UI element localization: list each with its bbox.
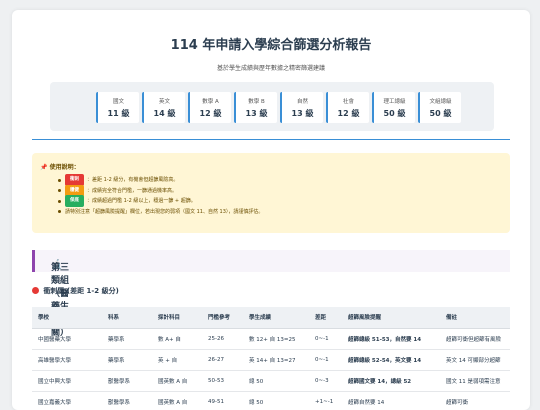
badge-safe: 保底 (65, 195, 84, 208)
score-card-social: 社會 12 級 (326, 92, 369, 123)
cell-dept: 藥學系 (102, 349, 152, 371)
col-subjects: 採計科目 (152, 307, 202, 329)
cell-student-score: 數 12+ 自 13=25 (243, 328, 309, 350)
cell-school: 中國醫藥大學 (32, 328, 102, 350)
col-gap: 差距 (309, 307, 342, 329)
cell-school: 國立中興大學 (32, 370, 102, 392)
cell-gap: 0~-1 (309, 349, 342, 371)
score-name: 英文 (158, 99, 170, 105)
score-name: 社會 (342, 99, 354, 105)
cell-risk: 超篩總級 51-53，自然要 14 (342, 328, 440, 350)
cell-threshold: 49-51 (202, 391, 243, 410)
score-value: 14 級 (153, 109, 176, 118)
notice-item: 請特別注意「超篩風險提醒」欄位，若出現您的弱項（國文 11、自然 13），請謹慎… (58, 207, 263, 218)
score-name: 自然 (296, 99, 308, 105)
score-name: 文組總級 (429, 99, 452, 105)
pin-icon: 📌 (40, 164, 48, 171)
cell-dept: 獸醫學系 (102, 391, 152, 410)
cell-gap: 0~-3 (309, 370, 342, 392)
report-page: 114 年申請入學綜合篩選分析報告 基於學生成績與歷年數據之精密篩選建議 國文 … (12, 10, 530, 410)
col-dept: 科系 (102, 307, 152, 329)
notice-list: 衝刺 ：差距 1-2 級分，有機會但超篩風險高。 穩健 ：成績完全符合門檻，一篩… (58, 174, 263, 218)
cell-subjects: 英 + 自 (152, 349, 202, 371)
table-row: 國立嘉義大學 獸醫學系 國英數 A 自 49-51 總 50 +1~-1 超篩自… (32, 391, 510, 410)
score-value: 12 級 (199, 109, 222, 118)
cell-gap: +1~-1 (309, 391, 342, 410)
score-value: 50 級 (383, 109, 406, 118)
notice-item: 保底 ：成績超過門檻 1-2 級以上，穩過一篩 + 超篩。 (58, 195, 263, 208)
score-value: 13 級 (291, 109, 314, 118)
sprint-table: 學校 科系 採計科目 門檻參考 學生成績 差距 超篩風險提醒 備註 中國醫藥大學… (32, 307, 510, 410)
notice-text: 請特別注意「超篩風險提醒」欄位，若出現您的弱項（國文 11、自然 13），請謹慎… (65, 208, 264, 215)
cell-subjects: 數 A+ 自 (152, 328, 202, 350)
page-title: 114 年申請入學綜合篩選分析報告 (170, 38, 372, 53)
score-card-math-b: 數學 B 13 級 (234, 92, 277, 123)
cell-school: 高雄醫學大學 (32, 349, 102, 371)
section-header-group-3: 🔬 第三類組（醫藥生物相關） (32, 250, 510, 338)
score-value: 12 級 (337, 109, 360, 118)
notice-text: ：差距 1-2 級分，有機會但超篩風險高。 (87, 177, 179, 184)
table-header-row: 學校 科系 採計科目 門檻參考 學生成績 差距 超篩風險提醒 備註 (32, 307, 510, 329)
cell-note: 超篩可衝 (440, 391, 510, 410)
score-value: 50 級 (429, 109, 452, 118)
score-card-english: 英文 14 級 (142, 92, 185, 123)
table-row: 高雄醫學大學 藥學系 英 + 自 26-27 英 14+ 自 13=27 0~-… (32, 349, 510, 371)
score-card-science: 自然 13 級 (280, 92, 323, 123)
score-card-stem-total: 理工總級 50 級 (372, 92, 415, 123)
cell-gap: 0~-1 (309, 328, 342, 350)
bullet-icon (58, 178, 61, 182)
col-note: 備註 (440, 307, 510, 329)
score-value: 11 級 (107, 109, 130, 118)
score-name: 數學 B (248, 99, 265, 105)
score-name: 數學 A (202, 99, 219, 105)
zone-label-sprint: 衝刺區 (差距 1-2 級分) (32, 286, 119, 296)
score-name: 理工總級 (383, 99, 406, 105)
score-summary-panel: 國文 11 級 英文 14 級 數學 A 12 級 數學 B 13 級 自然 1… (50, 82, 494, 131)
bullet-icon (58, 189, 61, 193)
cell-dept: 藥學系 (102, 328, 152, 350)
cell-risk: 超篩國文要 14，總級 52 (342, 370, 440, 392)
col-student-score: 學生成績 (243, 307, 309, 329)
notice-item: 穩健 ：成績完全符合門檻，一篩通過機率高。 (58, 184, 263, 197)
col-threshold: 門檻參考 (202, 307, 243, 329)
cell-school: 國立嘉義大學 (32, 391, 102, 410)
col-risk: 超篩風險提醒 (342, 307, 440, 329)
cell-threshold: 25-26 (202, 328, 243, 350)
bullet-icon (58, 199, 61, 203)
score-card-chinese: 國文 11 級 (96, 92, 139, 123)
col-school: 學校 (32, 307, 102, 329)
cell-note: 國文 11 是弱項需注意 (440, 370, 510, 392)
bullet-icon (58, 210, 61, 214)
cell-student-score: 總 50 (243, 391, 309, 410)
usage-notice: 📌 使用說明： 衝刺 ：差距 1-2 級分，有機會但超篩風險高。 穩健 ：成績完… (32, 153, 510, 233)
cell-dept: 獸醫學系 (102, 370, 152, 392)
notice-text: ：成績完全符合門檻，一篩通過機率高。 (87, 187, 178, 194)
table-row: 國立中興大學 獸醫學系 國英數 A 自 50-53 總 50 0~-3 超篩國文… (32, 370, 510, 392)
cell-risk: 超篩自然要 14 (342, 391, 440, 410)
header-divider (32, 139, 510, 140)
cell-threshold: 26-27 (202, 349, 243, 371)
cell-threshold: 50-53 (202, 370, 243, 392)
score-card-math-a: 數學 A 12 級 (188, 92, 231, 123)
cell-note: 英文 14 可顯部分超篩 (440, 349, 510, 371)
table-row: 中國醫藥大學 藥學系 數 A+ 自 25-26 數 12+ 自 13=25 0~… (32, 328, 510, 350)
score-name: 國文 (112, 99, 124, 105)
cell-subjects: 國英數 A 自 (152, 391, 202, 410)
cell-subjects: 國英數 A 自 (152, 370, 202, 392)
notice-item: 衝刺 ：差距 1-2 級分，有機會但超篩風險高。 (58, 174, 263, 187)
cell-student-score: 英 14+ 自 13=27 (243, 349, 309, 371)
notice-text: ：成績超過門檻 1-2 級以上，穩過一篩 + 超篩。 (87, 198, 196, 205)
cell-note: 超篩可衝但超篩有風險 (440, 328, 510, 350)
red-circle-icon (32, 287, 39, 294)
cell-risk: 超篩總級 52-54，英文要 14 (342, 349, 440, 371)
score-value: 13 級 (245, 109, 268, 118)
cell-student-score: 總 50 (243, 370, 309, 392)
notice-title: 📌 使用說明： (40, 164, 80, 171)
score-card-humanities-total: 文組總級 50 級 (418, 92, 461, 123)
page-subtitle: 基於學生成績與歷年數據之精密篩選建議 (216, 65, 325, 72)
